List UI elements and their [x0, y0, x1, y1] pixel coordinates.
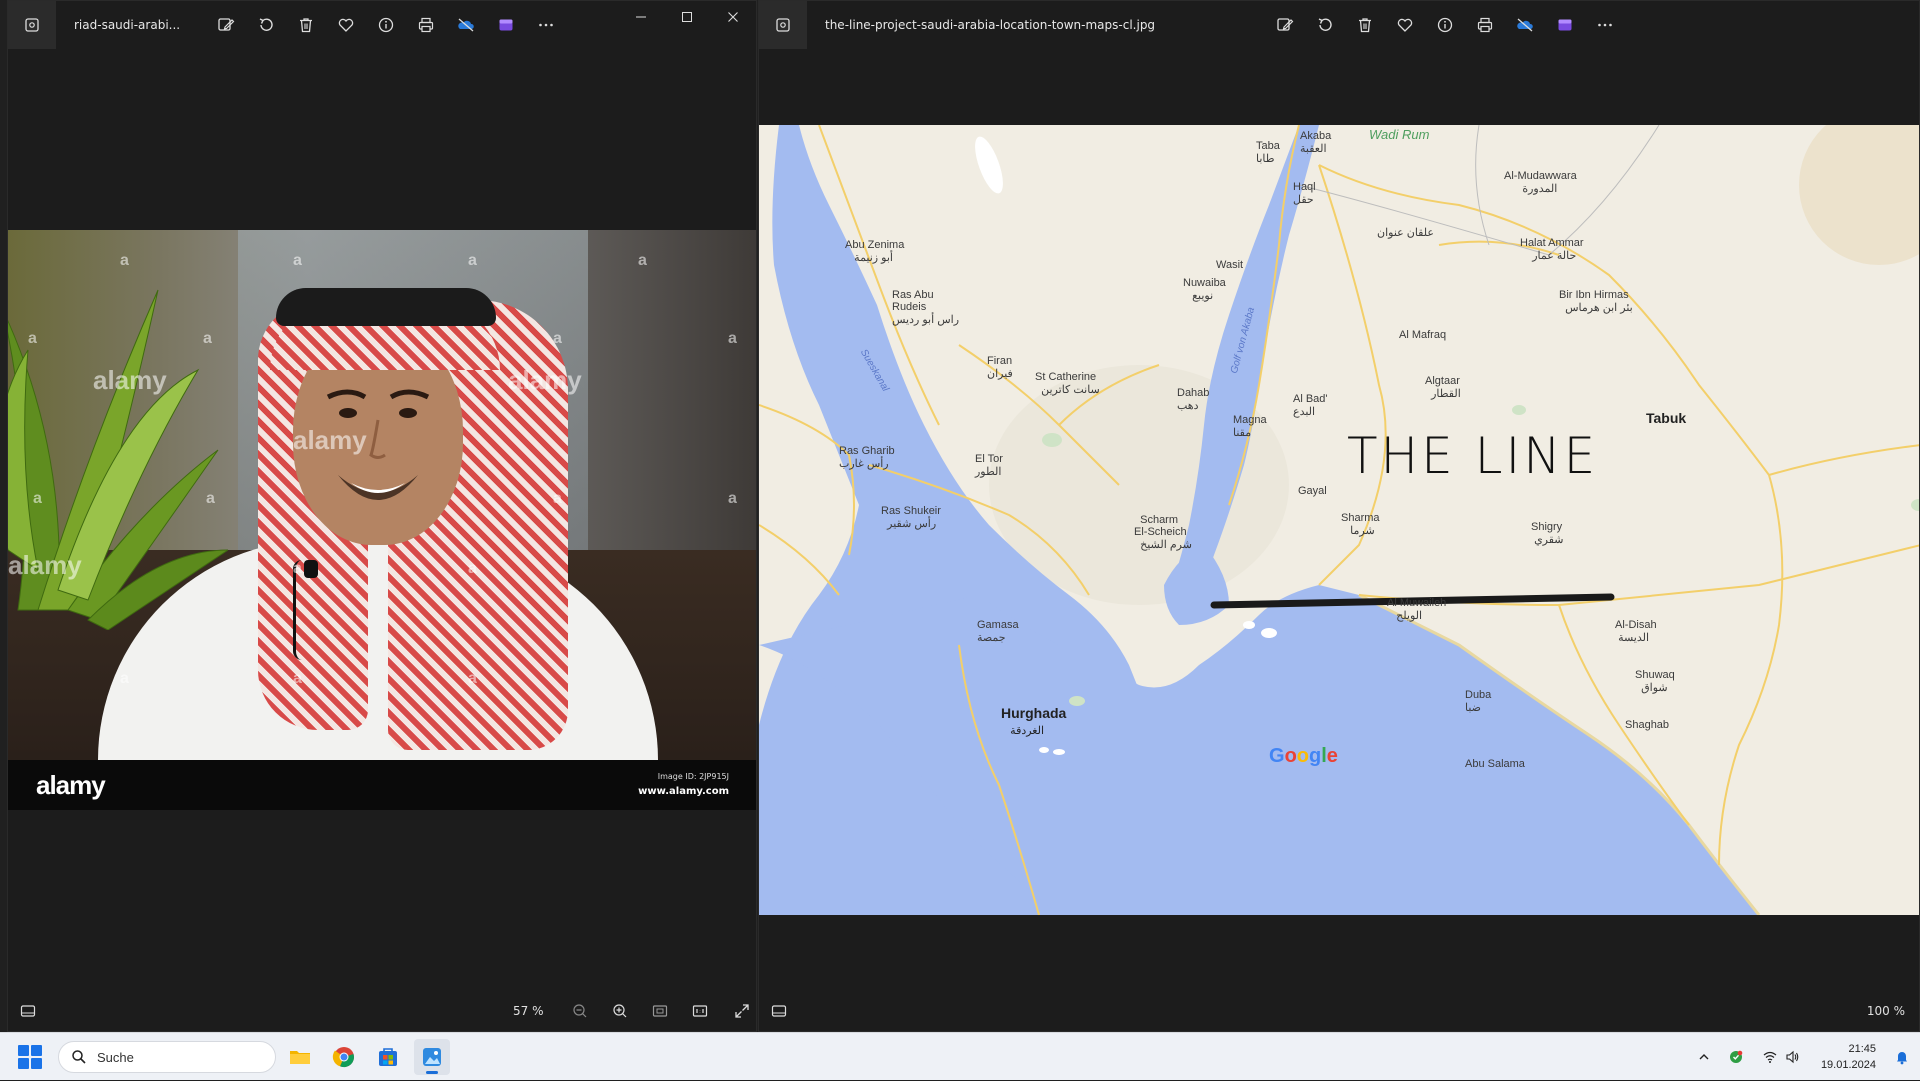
- taskbar: Suche 21:45 19.01.2024: [0, 1032, 1920, 1080]
- start-button[interactable]: [18, 1045, 42, 1069]
- alamy-url: www.alamy.com: [638, 786, 729, 797]
- search-placeholder: Suche: [97, 1049, 134, 1065]
- file-explorer-icon[interactable]: [282, 1039, 318, 1075]
- zoom-out-icon[interactable]: [560, 991, 600, 1031]
- image-id: Image ID: 2JP915J: [657, 772, 729, 781]
- alamy-footer: alamy Image ID: 2JP915J www.alamy.com: [8, 760, 756, 810]
- image-viewer[interactable]: Akaba العقبة Taba طابا Wadi Rum Al-Mudawwa…: [759, 49, 1919, 991]
- chrome-icon[interactable]: [326, 1039, 362, 1075]
- close-button[interactable]: [710, 1, 756, 33]
- delete-icon[interactable]: [286, 5, 326, 45]
- clock-time: 21:45: [1848, 1043, 1876, 1055]
- window-title: riad-saudi-arabi...: [74, 18, 181, 32]
- onedrive-icon[interactable]: [1505, 5, 1545, 45]
- zoom-in-icon[interactable]: [600, 991, 640, 1031]
- watermark-text: alamy: [293, 425, 367, 455]
- clipchamp-icon[interactable]: [1545, 5, 1585, 45]
- favorite-icon[interactable]: [326, 5, 366, 45]
- statusbar: 57 %: [8, 991, 756, 1031]
- photos-window-left: riad-saudi-arabi... alamy alamy alamy al…: [7, 0, 757, 1032]
- edit-icon[interactable]: [206, 5, 246, 45]
- store-icon[interactable]: [370, 1039, 406, 1075]
- fullscreen-icon[interactable]: [722, 991, 756, 1031]
- delete-icon[interactable]: [1345, 5, 1385, 45]
- zoom-level: 57 %: [513, 1004, 544, 1018]
- wifi-icon[interactable]: [1763, 1033, 1777, 1081]
- filmstrip-icon[interactable]: [8, 991, 48, 1031]
- maximize-button[interactable]: [664, 1, 710, 33]
- show-hidden-icons[interactable]: [1697, 1033, 1711, 1081]
- titlebar: riad-saudi-arabi...: [8, 1, 756, 49]
- fit-window-icon[interactable]: [640, 991, 680, 1031]
- info-icon[interactable]: [366, 5, 406, 45]
- more-icon[interactable]: [1585, 5, 1625, 45]
- photos-app-icon[interactable]: [759, 1, 807, 49]
- photos-window-right: the-line-project-saudi-arabia-location-t…: [758, 0, 1920, 1032]
- search-icon: [72, 1050, 86, 1064]
- agal-headband: [276, 288, 496, 326]
- titlebar: the-line-project-saudi-arabia-location-t…: [759, 1, 1919, 49]
- the-line-label: THE LINE: [1347, 427, 1599, 485]
- filmstrip-icon[interactable]: [759, 991, 799, 1031]
- window-title: the-line-project-saudi-arabia-location-t…: [825, 18, 1156, 32]
- notification-bell-icon[interactable]: [1894, 1049, 1910, 1069]
- edit-icon[interactable]: [1265, 5, 1305, 45]
- onedrive-icon[interactable]: [446, 5, 486, 45]
- clipchamp-icon[interactable]: [486, 5, 526, 45]
- print-icon[interactable]: [406, 5, 446, 45]
- taskbar-search[interactable]: Suche: [58, 1041, 276, 1073]
- zoom-level: 100 %: [1866, 1004, 1905, 1018]
- rotate-icon[interactable]: [246, 5, 286, 45]
- google-attribution: Google: [1269, 745, 1338, 767]
- image-viewer[interactable]: alamy alamy alamy alamy a a a a a a a a …: [8, 49, 756, 991]
- alamy-logo: alamy: [36, 770, 106, 800]
- watermark-text: alamy: [508, 365, 582, 395]
- watermark-text: alamy: [8, 550, 82, 580]
- rotate-icon[interactable]: [1305, 5, 1345, 45]
- print-icon[interactable]: [1465, 5, 1505, 45]
- portrait-photo: alamy alamy alamy alamy a a a a a a a a …: [8, 230, 756, 810]
- map-image: Akaba العقبة Taba طابا Wadi Rum Al-Mudawwa…: [759, 125, 1919, 915]
- system-clock[interactable]: 21:45 19.01.2024: [1821, 1041, 1876, 1073]
- favorite-icon[interactable]: [1385, 5, 1425, 45]
- volume-icon[interactable]: [1785, 1033, 1799, 1081]
- photos-app-icon[interactable]: [8, 1, 56, 49]
- clock-date: 19.01.2024: [1820, 1059, 1876, 1071]
- more-icon[interactable]: [526, 5, 566, 45]
- photos-app-taskbar-icon[interactable]: [414, 1039, 450, 1075]
- minimize-button[interactable]: [618, 1, 664, 33]
- info-icon[interactable]: [1425, 5, 1465, 45]
- security-icon[interactable]: [1729, 1033, 1743, 1081]
- actual-size-icon[interactable]: [680, 991, 720, 1031]
- watermark-text: alamy: [93, 365, 167, 395]
- statusbar: 100 %: [759, 991, 1919, 1031]
